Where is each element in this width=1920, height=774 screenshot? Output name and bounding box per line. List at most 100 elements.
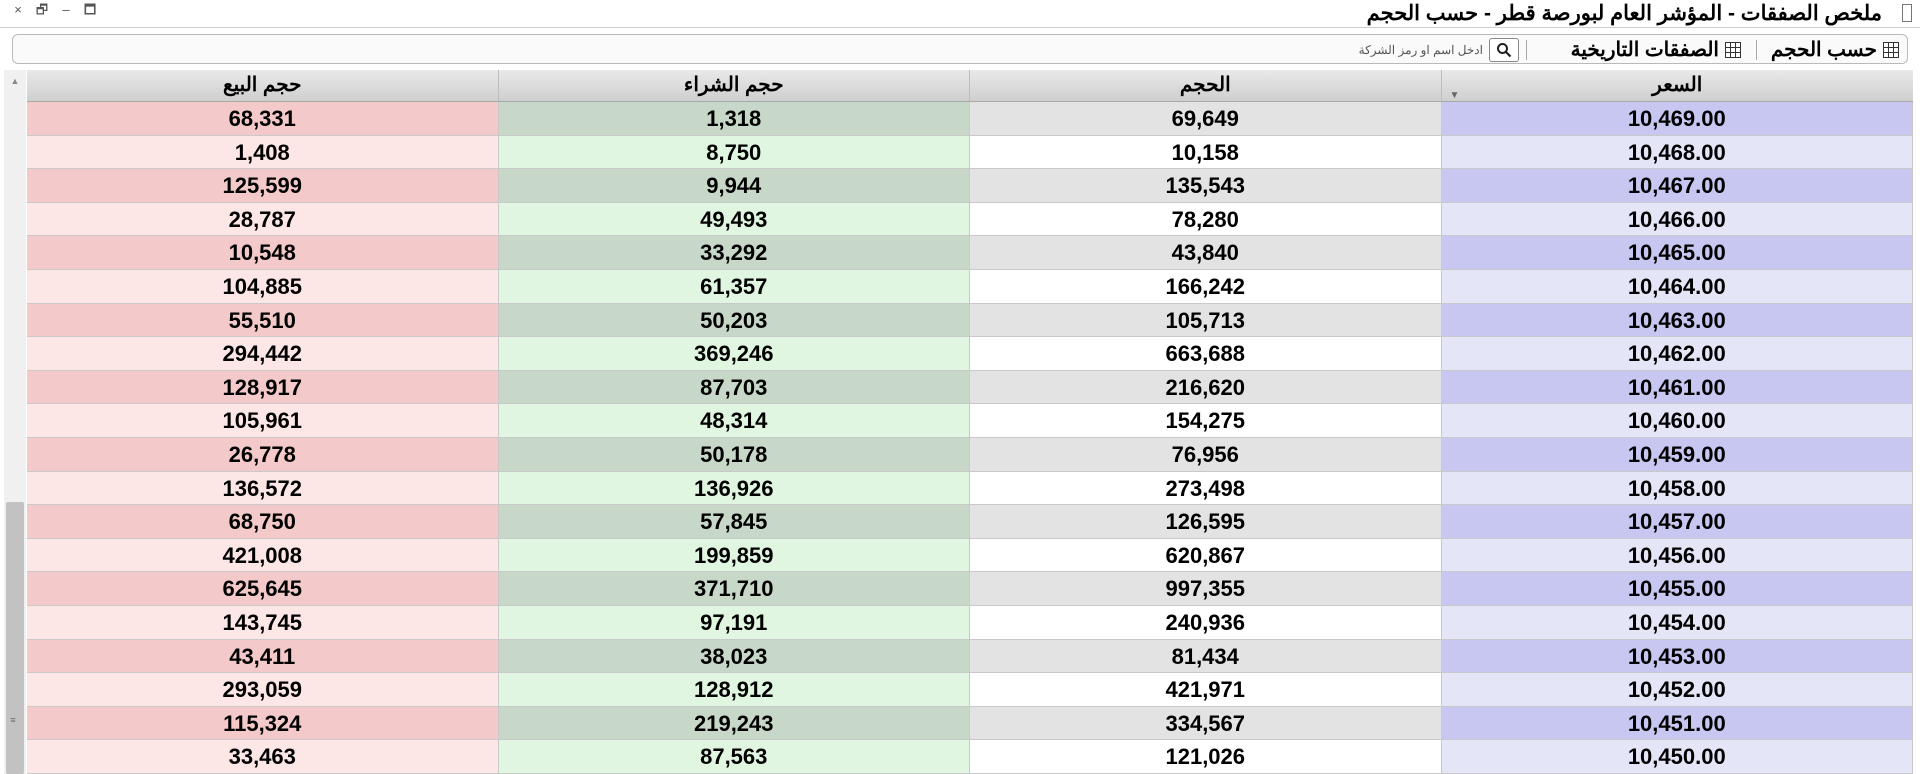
cell-price: 10,469.00 (1441, 102, 1913, 136)
by-volume-button[interactable]: حسب الحجم (1771, 35, 1899, 65)
cell-volume: 663,688 (970, 337, 1442, 371)
maximize-button[interactable]: 🗖 (80, 2, 100, 18)
cell-price: 10,457.00 (1441, 505, 1913, 539)
toolbar-frame: حسب الحجم الصفقات التاريخية (12, 34, 1908, 64)
cell-sell-volume: 293,059 (27, 673, 499, 707)
header-price[interactable]: السعر ▼ (1442, 70, 1914, 101)
title-bar: × 🗗 – 🗖 ملخص الصفقات - المؤشر العام لبور… (0, 0, 1920, 28)
table-row[interactable]: 68,750 57,845 126,595 10,457.00 (27, 505, 1913, 539)
cell-price: 10,461.00 (1441, 370, 1913, 405)
table-row[interactable]: 105,961 48,314 154,275 10,460.00 (27, 404, 1913, 438)
cell-volume: 105,713 (970, 303, 1442, 338)
cell-volume: 135,543 (970, 169, 1442, 203)
table-row[interactable]: 294,442 369,246 663,688 10,462.00 (27, 337, 1913, 371)
table-row[interactable]: 128,917 87,703 216,620 10,461.00 (27, 370, 1913, 405)
restore-button[interactable]: 🗗 (32, 2, 52, 18)
data-grid: حجم البيع حجم الشراء الحجم السعر ▼ 68,33… (27, 70, 1913, 774)
by-volume-label: حسب الحجم (1770, 39, 1877, 61)
close-button[interactable]: × (8, 2, 28, 18)
cell-price: 10,466.00 (1441, 202, 1913, 237)
cell-sell-volume: 43,411 (27, 639, 499, 674)
cell-buy-volume: 8,750 (498, 135, 970, 170)
table-row[interactable]: 115,324 219,243 334,567 10,451.00 (27, 706, 1913, 741)
cell-volume: 78,280 (970, 202, 1442, 237)
table-row[interactable]: 421,008 199,859 620,867 10,456.00 (27, 538, 1913, 573)
header-price-label: السعر (1652, 74, 1703, 96)
historical-trades-button[interactable]: الصفقات التاريخية (1571, 35, 1741, 65)
cell-volume: 273,498 (970, 471, 1442, 506)
table-row[interactable]: 125,599 9,944 135,543 10,467.00 (27, 169, 1913, 203)
table-row[interactable]: 68,331 1,318 69,649 10,469.00 (27, 102, 1913, 136)
cell-volume: 121,026 (970, 740, 1442, 774)
cell-buy-volume: 97,191 (498, 605, 970, 640)
cell-sell-volume: 625,645 (27, 572, 499, 606)
cell-volume: 76,956 (970, 437, 1442, 472)
cell-price: 10,463.00 (1441, 303, 1913, 338)
cell-buy-volume: 9,944 (498, 169, 970, 203)
cell-sell-volume: 421,008 (27, 538, 499, 573)
table-row[interactable]: 43,411 38,023 81,434 10,453.00 (27, 639, 1913, 674)
table-row[interactable]: 136,572 136,926 273,498 10,458.00 (27, 471, 1913, 506)
cell-volume: 166,242 (970, 269, 1442, 304)
cell-sell-volume: 55,510 (27, 303, 499, 338)
cell-volume: 126,595 (970, 505, 1442, 539)
table-row[interactable]: 104,885 61,357 166,242 10,464.00 (27, 269, 1913, 304)
document-icon (1902, 4, 1912, 22)
cell-volume: 620,867 (970, 538, 1442, 573)
cell-price: 10,450.00 (1441, 740, 1913, 774)
grip-icon: ≡ (10, 715, 16, 725)
cell-sell-volume: 33,463 (27, 740, 499, 774)
cell-volume: 240,936 (970, 605, 1442, 640)
table-row[interactable]: 293,059 128,912 421,971 10,452.00 (27, 673, 1913, 707)
window-controls: × 🗗 – 🗖 (8, 2, 100, 18)
cell-price: 10,451.00 (1441, 706, 1913, 741)
cell-buy-volume: 57,845 (498, 505, 970, 539)
scroll-up-icon[interactable]: ▲ (4, 70, 26, 92)
cell-buy-volume: 1,318 (498, 102, 970, 136)
scroll-thumb[interactable] (6, 502, 24, 774)
cell-price: 10,458.00 (1441, 471, 1913, 506)
cell-sell-volume: 104,885 (27, 269, 499, 304)
cell-buy-volume: 87,563 (498, 740, 970, 774)
cell-buy-volume: 219,243 (498, 706, 970, 741)
minimize-button[interactable]: – (56, 2, 76, 18)
cell-volume: 334,567 (970, 706, 1442, 741)
cell-sell-volume: 125,599 (27, 169, 499, 203)
cell-volume: 81,434 (970, 639, 1442, 674)
cell-volume: 421,971 (970, 673, 1442, 707)
table-row[interactable]: 10,548 33,292 43,840 10,465.00 (27, 236, 1913, 270)
table-row[interactable]: 1,408 8,750 10,158 10,468.00 (27, 135, 1913, 170)
toolbar-divider (1526, 40, 1527, 60)
cell-buy-volume: 199,859 (498, 538, 970, 573)
toolbar-divider (1756, 40, 1757, 60)
cell-sell-volume: 128,917 (27, 370, 499, 405)
cell-volume: 69,649 (970, 102, 1442, 136)
vertical-scrollbar[interactable]: ▲ ≡ (4, 70, 26, 774)
header-sell-volume[interactable]: حجم البيع (27, 70, 499, 101)
cell-sell-volume: 115,324 (27, 706, 499, 741)
header-buy-volume[interactable]: حجم الشراء (499, 70, 970, 101)
sort-desc-icon: ▼ (1449, 90, 1460, 101)
table-header: حجم البيع حجم الشراء الحجم السعر ▼ (27, 70, 1913, 102)
cell-sell-volume: 68,750 (27, 505, 499, 539)
search-button[interactable] (1489, 38, 1519, 62)
table-body: 68,331 1,318 69,649 10,469.00 1,408 8,750 10,1… (27, 102, 1913, 774)
cell-buy-volume: 50,178 (498, 437, 970, 472)
company-search-input[interactable] (1307, 38, 1487, 62)
window-title: ملخص الصفقات - المؤشر العام لبورصة قطر -… (1366, 2, 1882, 25)
toolbar: حسب الحجم الصفقات التاريخية (0, 28, 1920, 68)
table-row[interactable]: 625,645 371,710 997,355 10,455.00 (27, 572, 1913, 606)
cell-buy-volume: 33,292 (498, 236, 970, 270)
table-row[interactable]: 55,510 50,203 105,713 10,463.00 (27, 303, 1913, 338)
cell-buy-volume: 128,912 (498, 673, 970, 707)
cell-buy-volume: 371,710 (498, 572, 970, 606)
cell-sell-volume: 10,548 (27, 236, 499, 270)
table-row[interactable]: 33,463 87,563 121,026 10,450.00 (27, 740, 1913, 774)
search-icon (1497, 43, 1512, 58)
historical-trades-label: الصفقات التاريخية (1570, 39, 1719, 61)
table-row[interactable]: 26,778 50,178 76,956 10,459.00 (27, 437, 1913, 472)
table-row[interactable]: 143,745 97,191 240,936 10,454.00 (27, 605, 1913, 640)
table-row[interactable]: 28,787 49,493 78,280 10,466.00 (27, 202, 1913, 237)
cell-buy-volume: 48,314 (498, 404, 970, 438)
header-volume[interactable]: الحجم (970, 70, 1442, 101)
